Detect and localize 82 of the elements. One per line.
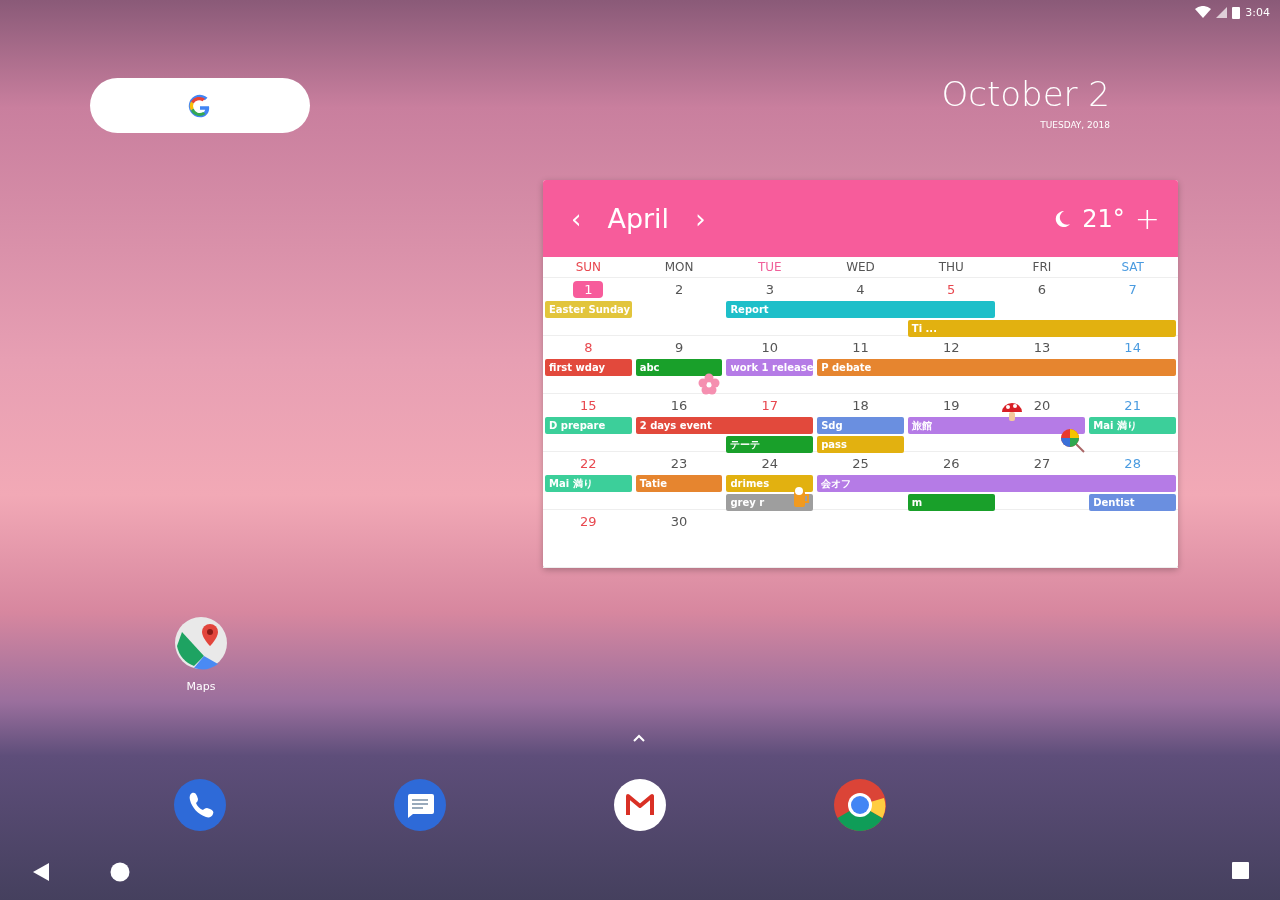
weekday-label: THU [937, 260, 965, 274]
day-number[interactable]: 12 [931, 338, 971, 356]
day-number[interactable]: 28 [1113, 454, 1152, 472]
event-bar[interactable]: m [907, 494, 995, 511]
day-number[interactable]: 30 [659, 512, 699, 530]
search-bar[interactable] [90, 78, 310, 133]
event-bar[interactable]: pass [817, 436, 904, 453]
flower-icon [698, 373, 720, 395]
day-number[interactable]: 16 [659, 396, 699, 414]
day-number[interactable]: 18 [841, 396, 880, 414]
app-label[interactable]: Maps [186, 680, 216, 693]
day-number[interactable]: 6 [1026, 280, 1058, 298]
day-number[interactable]: 4 [845, 280, 876, 298]
day-number[interactable]: 25 [841, 454, 880, 472]
day-number[interactable]: 1 [573, 280, 604, 298]
wifi-icon [1195, 6, 1212, 18]
event-bar[interactable]: first wday [545, 359, 632, 376]
back-icon[interactable] [32, 862, 50, 882]
day-number[interactable]: 10 [750, 338, 790, 356]
home-icon[interactable] [110, 862, 130, 882]
day-number[interactable]: 27 [1022, 454, 1062, 472]
status-time: 3:04 [1245, 5, 1270, 19]
month-title: April [606, 203, 671, 234]
phone-icon[interactable] [173, 778, 227, 832]
day-number[interactable]: 29 [569, 512, 608, 530]
event-bar[interactable]: Mai 満り [545, 475, 632, 492]
search-logo-icon [188, 93, 212, 118]
beer-mug-icon [791, 486, 811, 508]
event-bar[interactable]: テーテ [726, 436, 814, 453]
message-bubble-icon[interactable] [393, 778, 447, 832]
day-number[interactable]: 3 [754, 280, 785, 298]
day-number[interactable]: 26 [931, 454, 971, 472]
event-bar[interactable]: 2 days event [635, 417, 814, 434]
mushroom-icon [1001, 401, 1023, 423]
previous-month-button[interactable]: ‹ [561, 203, 592, 234]
mail-icon[interactable] [613, 778, 667, 832]
event-bar[interactable]: P debate [817, 359, 1176, 376]
weekday-label: WED [845, 260, 876, 274]
event-bar[interactable]: Report [726, 301, 995, 318]
day-number[interactable]: 15 [569, 396, 608, 414]
clock-date[interactable]: October 2 [941, 74, 1110, 114]
lollipop-icon [1060, 428, 1086, 454]
event-bar[interactable]: abc [635, 359, 723, 376]
weekday-label: MON [663, 260, 695, 274]
day-number[interactable]: 17 [750, 396, 790, 414]
day-number[interactable]: 22 [569, 454, 608, 472]
browser-icon[interactable] [833, 778, 887, 832]
weekday-label: TUE [756, 260, 783, 274]
event-bar[interactable]: Ti ... [907, 320, 1176, 337]
event-bar[interactable]: Mai 満り [1089, 417, 1176, 434]
day-number[interactable]: 21 [1113, 396, 1152, 414]
day-number[interactable]: 7 [1117, 280, 1148, 298]
day-number[interactable]: 14 [1113, 338, 1152, 356]
event-bar[interactable]: work 1 release [726, 359, 814, 376]
event-bar[interactable]: drimes [726, 475, 814, 492]
day-number[interactable]: 9 [663, 338, 695, 356]
next-month-button[interactable]: › [685, 203, 716, 234]
temperature: 21° [1082, 204, 1125, 233]
day-number[interactable]: 13 [1022, 338, 1062, 356]
add-event-button[interactable]: + [1134, 201, 1160, 236]
event-bar[interactable]: Sdg [817, 417, 904, 434]
day-number[interactable]: 23 [659, 454, 699, 472]
signal-icon [1216, 6, 1228, 18]
weekday-label: SAT [1120, 260, 1145, 274]
day-number[interactable]: 5 [936, 280, 967, 298]
map-pin-icon[interactable] [174, 616, 228, 670]
day-number[interactable]: 24 [750, 454, 790, 472]
day-number[interactable]: 2 [663, 280, 695, 298]
event-bar[interactable]: 会オフ [817, 475, 1176, 492]
battery-icon [1232, 5, 1241, 19]
event-bar[interactable]: Tatie [635, 475, 723, 492]
day-number[interactable]: 19 [931, 396, 971, 414]
clock-subtitle: TUESDAY, 2018 [1040, 120, 1110, 130]
weekday-label: SUN [574, 260, 603, 274]
event-bar[interactable]: Dentist [1089, 494, 1176, 511]
event-bar[interactable]: D prepare [545, 417, 632, 434]
event-bar[interactable]: 旅館 [907, 417, 1086, 434]
weekday-label: FRI [1031, 260, 1053, 274]
day-number[interactable]: 8 [573, 338, 604, 356]
day-number[interactable]: 20 [1022, 396, 1062, 414]
caret-up-icon[interactable] [632, 734, 646, 743]
day-number[interactable]: 11 [841, 338, 880, 356]
